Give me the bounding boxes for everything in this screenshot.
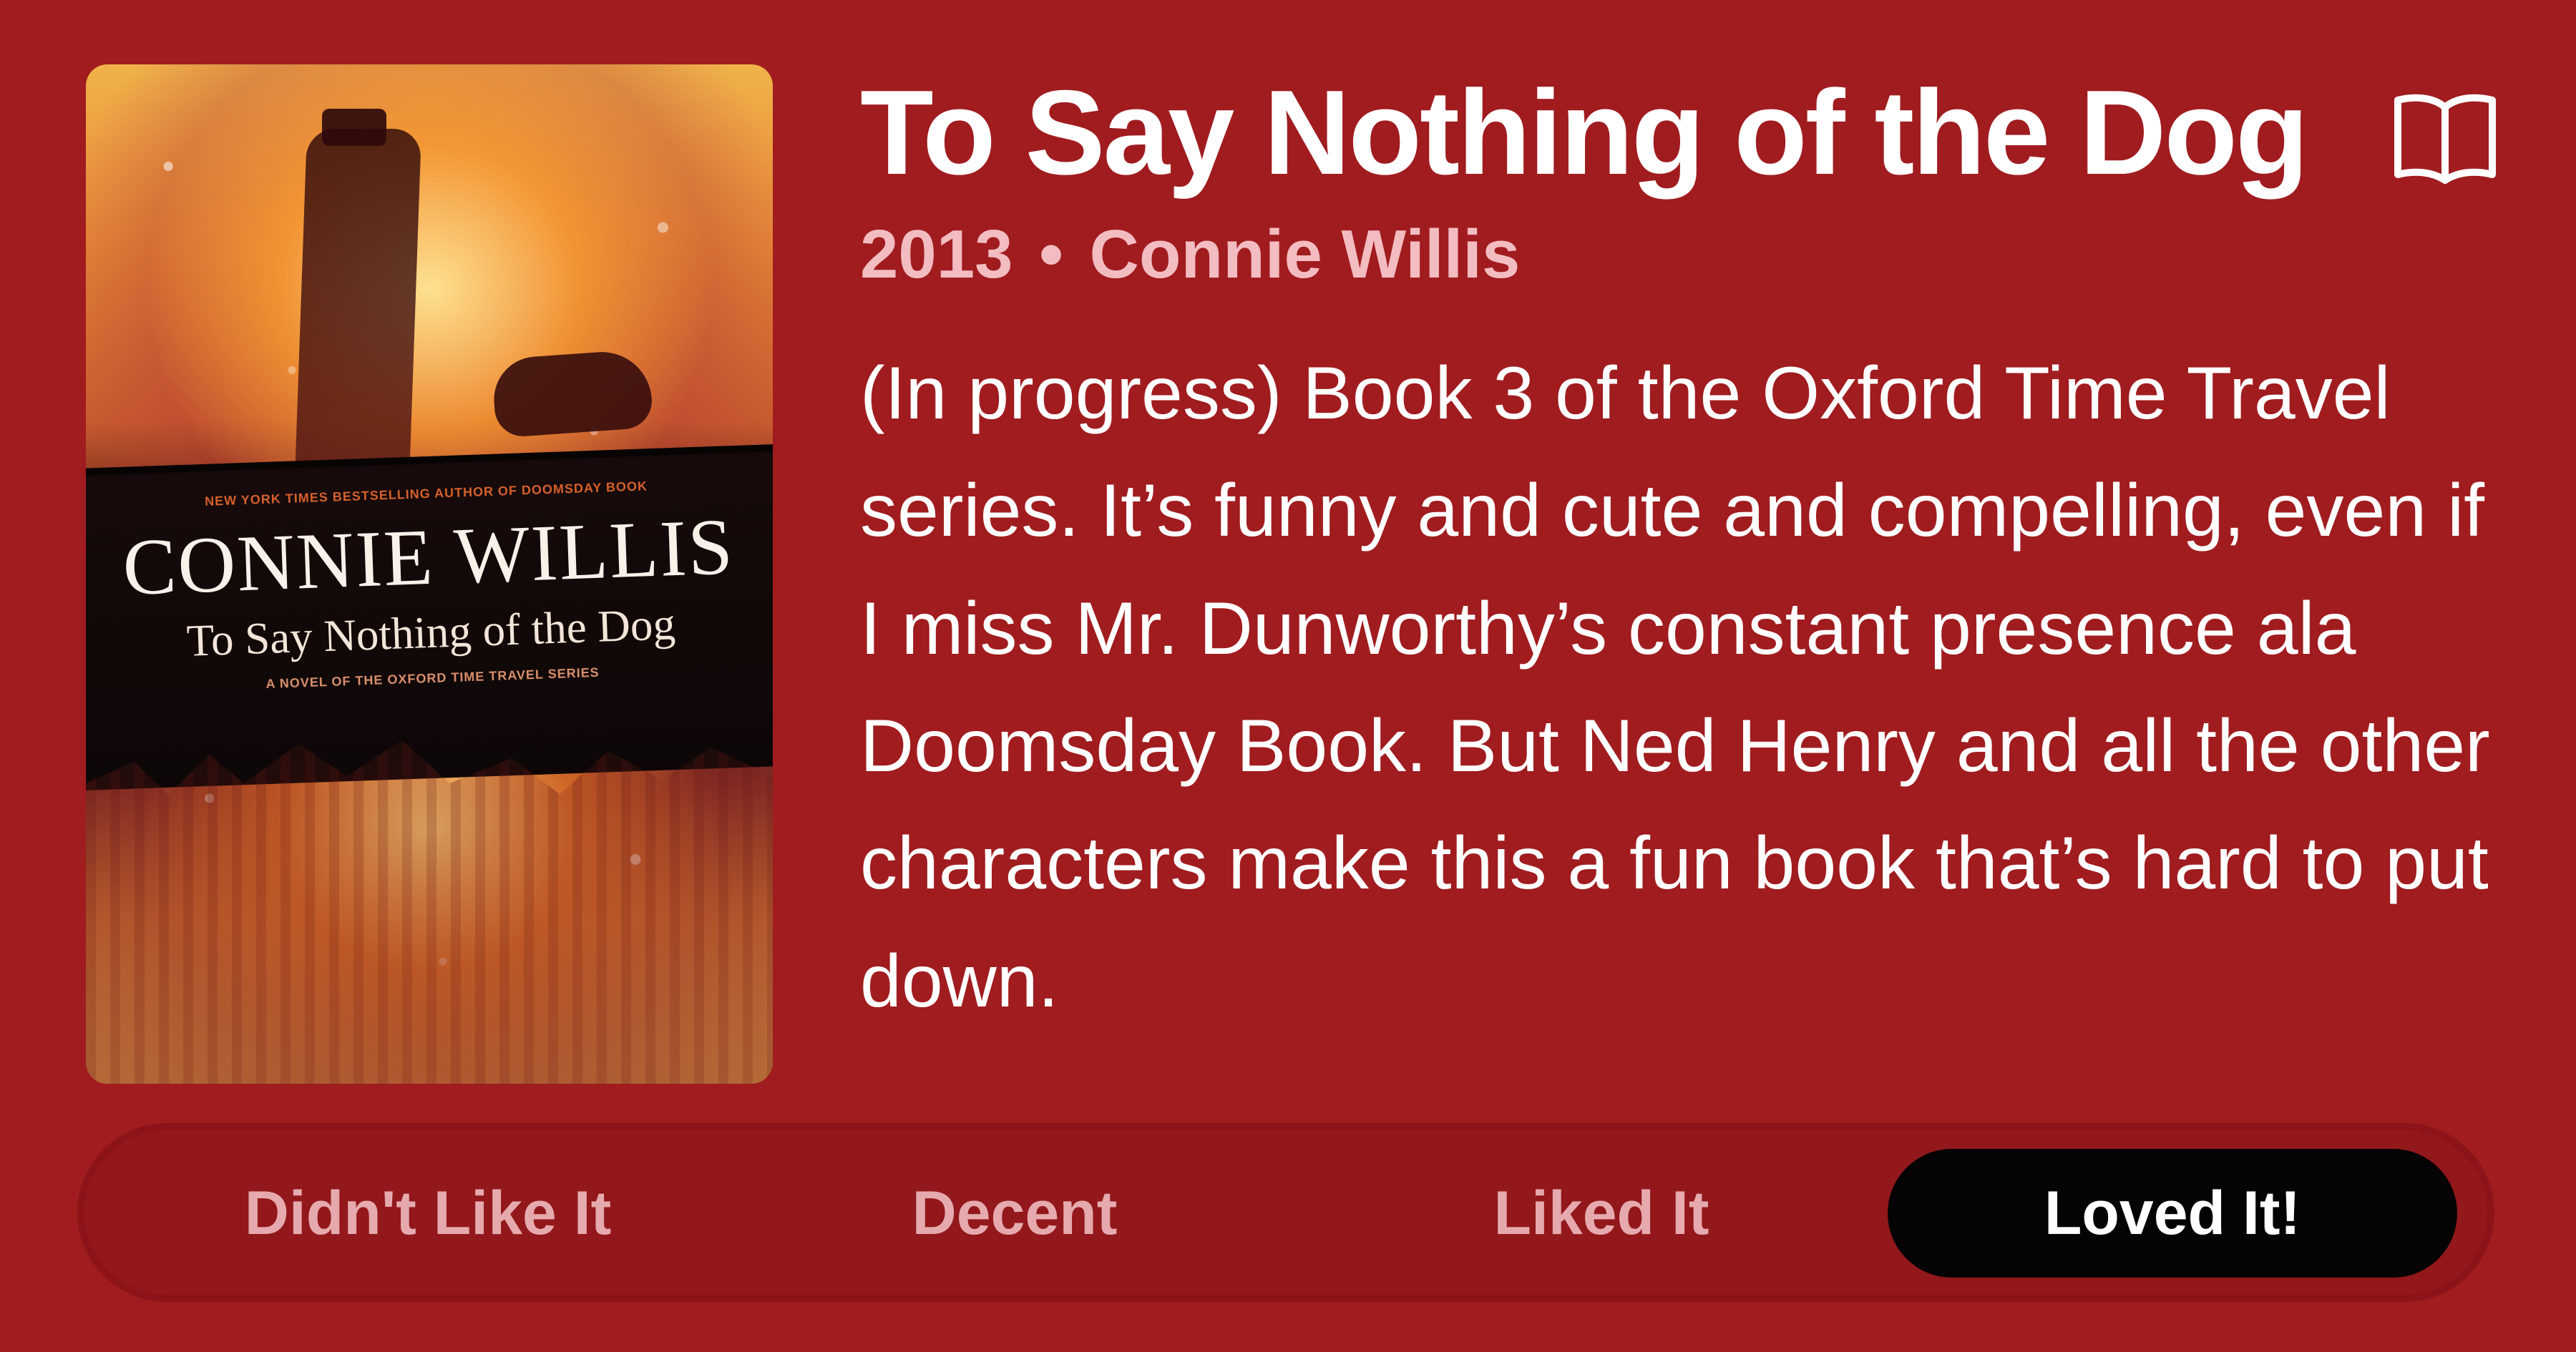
- rating-option-decent[interactable]: Decent: [743, 1149, 1287, 1278]
- cover-dog-silhouette: [491, 348, 654, 439]
- book-title: To Say Nothing of the Dog: [860, 65, 2309, 200]
- book-year: 2013: [860, 216, 1013, 293]
- cover-man-silhouette: [293, 129, 422, 501]
- rating-option-didnt-like-it[interactable]: Didn't Like It: [156, 1149, 700, 1278]
- book-cover: NEW YORK TIMES BESTSELLING AUTHOR OF DOO…: [86, 64, 773, 1084]
- open-book-icon[interactable]: [2389, 90, 2501, 185]
- cover-castle-reflection: [86, 740, 773, 1084]
- book-author: Connie Willis: [1089, 216, 1521, 293]
- rating-option-liked-it[interactable]: Liked It: [1330, 1149, 1873, 1278]
- book-review-card: NEW YORK TIMES BESTSELLING AUTHOR OF DOO…: [0, 0, 2576, 1352]
- cover-text-block: NEW YORK TIMES BESTSELLING AUTHOR OF DOO…: [86, 471, 773, 697]
- book-description: (In progress) Book 3 of the Oxford Time …: [860, 352, 2490, 1023]
- rating-segmented-control[interactable]: Didn't Like It Decent Liked It Loved It!: [77, 1123, 2494, 1302]
- book-meta: 2013 • Connie Willis: [860, 216, 1521, 293]
- rating-option-loved-it-selected[interactable]: Loved It!: [1888, 1149, 2457, 1278]
- cover-author: CONNIE WILLIS: [121, 502, 736, 612]
- meta-separator: •: [1039, 216, 1063, 293]
